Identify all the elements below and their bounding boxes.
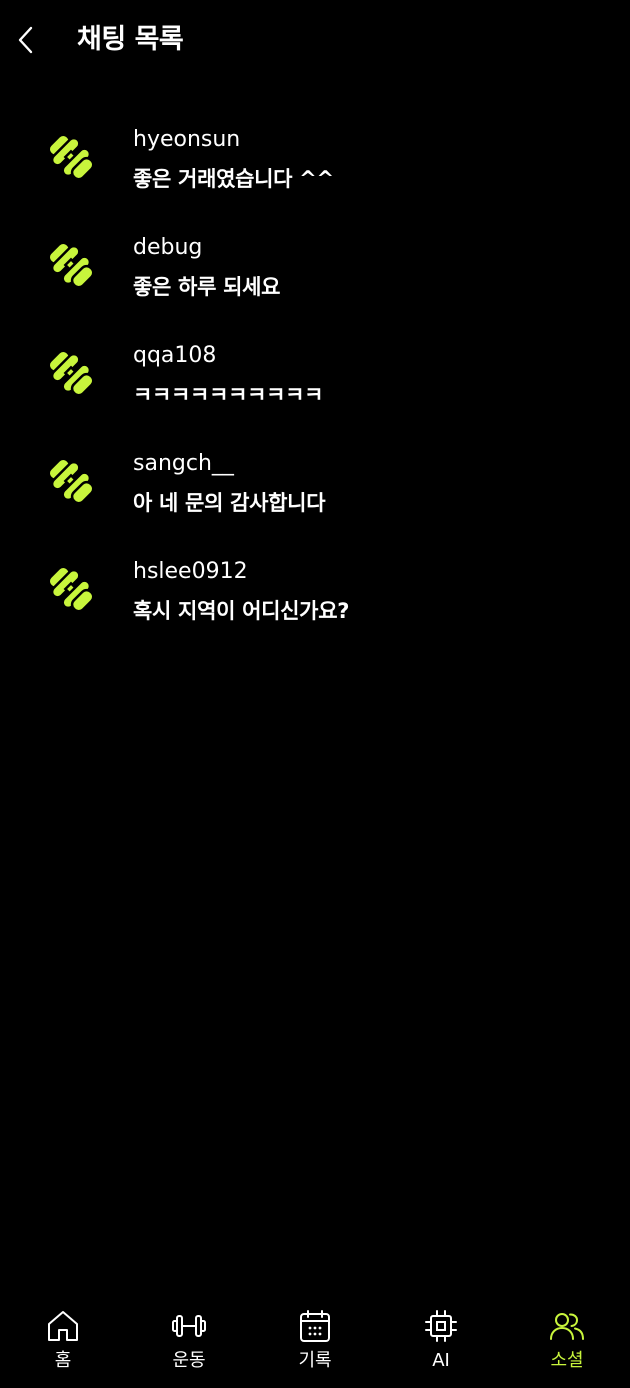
chat-list-item[interactable]: sangch__ 아 네 문의 감사합니다 (0, 434, 630, 542)
dumbbell-icon (47, 349, 95, 397)
chevron-left-icon (18, 26, 33, 54)
chat-list-item[interactable]: hslee0912 혹시 지역이 어디신가요? (0, 542, 630, 650)
chat-username: debug (133, 235, 203, 260)
chat-list-item[interactable]: hyeonsun 좋은 거래였습니다 ^^ (0, 110, 630, 218)
bottom-tab-bar: 홈 운동 기록 AI 소셜 (0, 1298, 630, 1388)
chat-username: qqa108 (133, 343, 217, 368)
back-button[interactable] (10, 22, 42, 58)
tab-record-label: 기록 (298, 1350, 332, 1371)
chat-last-message: ㅋㅋㅋㅋㅋㅋㅋㅋㅋㅋ (133, 383, 324, 407)
chat-list-item[interactable]: qqa108 ㅋㅋㅋㅋㅋㅋㅋㅋㅋㅋ (0, 326, 630, 434)
chip-icon (425, 1310, 457, 1342)
chat-last-message: 좋은 하루 되세요 (133, 275, 281, 299)
dumbbell-icon (47, 457, 95, 505)
dumbbell-icon (47, 565, 95, 613)
chat-username: hyeonsun (133, 127, 241, 152)
dumbbell-icon (47, 133, 95, 181)
chat-last-message: 좋은 거래였습니다 ^^ (133, 167, 334, 191)
page-title: 채팅 목록 (77, 24, 184, 55)
tab-record[interactable]: 기록 (252, 1298, 378, 1388)
tab-ai[interactable]: AI (378, 1298, 504, 1388)
home-icon (48, 1311, 78, 1341)
header: 채팅 목록 (0, 0, 630, 82)
chat-last-message: 아 네 문의 감사합니다 (133, 491, 326, 515)
chat-username: hslee0912 (133, 559, 248, 584)
dumbbell-icon (47, 241, 95, 289)
users-icon (550, 1313, 584, 1340)
chat-last-message: 혹시 지역이 어디신가요? (133, 599, 350, 623)
tab-home-label: 홈 (54, 1350, 72, 1371)
tab-workout-label: 운동 (172, 1350, 206, 1371)
tab-ai-label: AI (432, 1350, 450, 1371)
chat-list: hyeonsun 좋은 거래였습니다 ^^ debug 좋은 하루 되세요 qq… (0, 110, 630, 650)
tab-workout[interactable]: 운동 (126, 1298, 252, 1388)
tab-social[interactable]: 소셜 (504, 1298, 630, 1388)
calendar-icon (300, 1310, 330, 1342)
dumbbell-icon (172, 1315, 206, 1337)
tab-social-label: 소셜 (550, 1350, 584, 1371)
chat-list-item[interactable]: debug 좋은 하루 되세요 (0, 218, 630, 326)
chat-username: sangch__ (133, 451, 234, 476)
tab-home[interactable]: 홈 (0, 1298, 126, 1388)
